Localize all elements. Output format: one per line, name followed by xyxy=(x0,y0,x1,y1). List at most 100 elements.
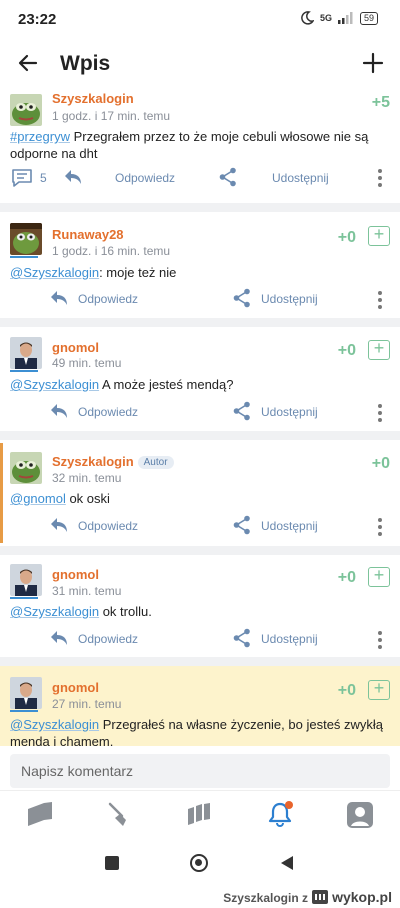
reply-icon[interactable] xyxy=(49,516,69,534)
profile-icon[interactable] xyxy=(345,801,375,829)
share-button[interactable]: Udostępnij xyxy=(261,519,318,533)
reply-icon[interactable] xyxy=(63,168,83,186)
comment-time: 31 min. temu xyxy=(52,584,122,598)
upvote-button[interactable]: + xyxy=(368,339,390,360)
bell-icon[interactable] xyxy=(265,801,295,829)
more-options-icon[interactable] xyxy=(378,169,382,190)
microblog-icon[interactable] xyxy=(184,801,214,829)
comment-body: @gnomol ok oski xyxy=(10,491,110,506)
signal-icon xyxy=(337,12,353,24)
comment-time: 32 min. temu xyxy=(52,471,122,485)
comments-icon[interactable] xyxy=(11,168,33,188)
comment-input[interactable]: Napisz komentarz xyxy=(10,754,390,788)
share-icon[interactable] xyxy=(233,401,251,421)
share-icon[interactable] xyxy=(219,167,237,187)
main-post: Szyszkalogin 1 godz. i 17 min. temu +5 #… xyxy=(0,88,400,200)
reply-icon[interactable] xyxy=(49,289,69,307)
comment-body: @Szyszkalogin Przegrałeś na własne życze… xyxy=(10,717,384,746)
reply-button[interactable]: Odpowiedz xyxy=(78,519,138,533)
comment: Szyszkalogin Autor 32 min. temu +0 @gnomo… xyxy=(0,440,400,546)
author-accent-bar xyxy=(0,443,3,543)
share-icon[interactable] xyxy=(233,288,251,308)
share-button[interactable]: Udostępnij xyxy=(261,292,318,306)
upvote-button[interactable]: + xyxy=(368,566,390,587)
source-user: Szyszkalogin z xyxy=(223,891,308,905)
post-author[interactable]: Szyszkalogin xyxy=(52,91,134,106)
post-body: #przegryw Przegrałem przez to że moje ce… xyxy=(10,129,369,161)
status-bar: 23:22 5G 59 xyxy=(0,0,400,40)
source-footer: Szyszkalogin z wykop.pl xyxy=(0,888,400,908)
more-options-icon[interactable] xyxy=(378,518,382,539)
share-button[interactable]: Udostępnij xyxy=(261,632,318,646)
comment-body: @Szyszkalogin A może jesteś mendą? xyxy=(10,377,234,392)
home-button-icon[interactable] xyxy=(190,854,208,872)
share-icon[interactable] xyxy=(233,515,251,535)
comment: Runaway28 1 godz. i 16 min. temu +0 + @S… xyxy=(0,212,400,318)
vote-count: +5 xyxy=(371,94,390,111)
comment: gnomol 27 min. temu +0 + @Szyszkalogin P… xyxy=(0,666,400,746)
hashtag-link[interactable]: #przegryw xyxy=(10,129,70,144)
vote-count: +0 xyxy=(337,569,356,586)
mention-link[interactable]: @gnomol xyxy=(10,491,66,506)
home-icon[interactable] xyxy=(25,801,55,829)
moon-icon xyxy=(301,11,314,25)
avatar[interactable] xyxy=(10,564,42,596)
comment-count: 5 xyxy=(40,171,47,185)
divider xyxy=(0,546,400,555)
comment-composer: Napisz komentarz xyxy=(0,746,400,790)
comment-author[interactable]: gnomol xyxy=(52,340,99,355)
app-bar: Wpis xyxy=(0,40,400,88)
status-time: 23:22 xyxy=(18,11,57,28)
reply-button[interactable]: Odpowiedz xyxy=(78,405,138,419)
comment: gnomol 49 min. temu +0 + @Szyszkalogin A… xyxy=(0,327,400,431)
plus-icon[interactable] xyxy=(360,50,386,76)
avatar[interactable] xyxy=(10,94,42,126)
page-title: Wpis xyxy=(60,52,111,75)
upvote-button[interactable]: + xyxy=(368,225,390,246)
comment-author[interactable]: gnomol xyxy=(52,680,99,695)
avatar[interactable] xyxy=(10,452,42,484)
arrow-left-icon[interactable] xyxy=(16,51,40,75)
divider xyxy=(0,431,400,440)
network-label: 5G xyxy=(319,13,332,23)
recent-apps-icon[interactable] xyxy=(105,856,119,870)
vote-count: +0 xyxy=(337,342,356,359)
vote-count: +0 xyxy=(371,455,390,472)
share-icon[interactable] xyxy=(233,628,251,648)
reply-button[interactable]: Odpowiedz xyxy=(78,292,138,306)
comment-time: 27 min. temu xyxy=(52,697,122,711)
post-time: 1 godz. i 17 min. temu xyxy=(52,109,171,123)
shovel-icon[interactable] xyxy=(104,801,134,829)
upvote-button[interactable]: + xyxy=(368,679,390,700)
reply-icon[interactable] xyxy=(49,402,69,420)
divider xyxy=(0,318,400,327)
back-triangle-icon[interactable] xyxy=(280,855,294,871)
author-badge: Autor xyxy=(137,456,174,469)
mention-link[interactable]: @Szyszkalogin xyxy=(10,604,99,619)
reply-button[interactable]: Odpowiedz xyxy=(78,632,138,646)
share-button[interactable]: Udostępnij xyxy=(261,405,318,419)
more-options-icon[interactable] xyxy=(378,631,382,652)
mention-link[interactable]: @Szyszkalogin xyxy=(10,717,99,732)
wykop-logo-icon xyxy=(312,890,329,904)
vote-count: +0 xyxy=(337,682,356,699)
system-nav-bar xyxy=(0,836,400,888)
comment-author[interactable]: gnomol xyxy=(52,567,99,582)
battery-indicator: 59 xyxy=(359,11,378,25)
avatar[interactable] xyxy=(10,677,42,709)
site-logo: wykop.pl xyxy=(312,889,392,905)
reply-button[interactable]: Odpowiedz xyxy=(115,171,175,185)
more-options-icon[interactable] xyxy=(378,291,382,312)
more-options-icon[interactable] xyxy=(378,404,382,425)
comment: gnomol 31 min. temu +0 + @Szyszkalogin o… xyxy=(0,555,400,657)
mention-link[interactable]: @Szyszkalogin xyxy=(10,265,99,280)
comment-author[interactable]: Szyszkalogin Autor xyxy=(52,454,174,469)
comment-time: 1 godz. i 16 min. temu xyxy=(52,244,171,258)
share-button[interactable]: Udostępnij xyxy=(272,171,329,185)
avatar[interactable] xyxy=(10,337,42,369)
reply-icon[interactable] xyxy=(49,629,69,647)
comment-body: @Szyszkalogin: moje też nie xyxy=(10,265,177,280)
comment-author[interactable]: Runaway28 xyxy=(52,227,124,242)
mention-link[interactable]: @Szyszkalogin xyxy=(10,377,99,392)
avatar[interactable] xyxy=(10,223,42,255)
